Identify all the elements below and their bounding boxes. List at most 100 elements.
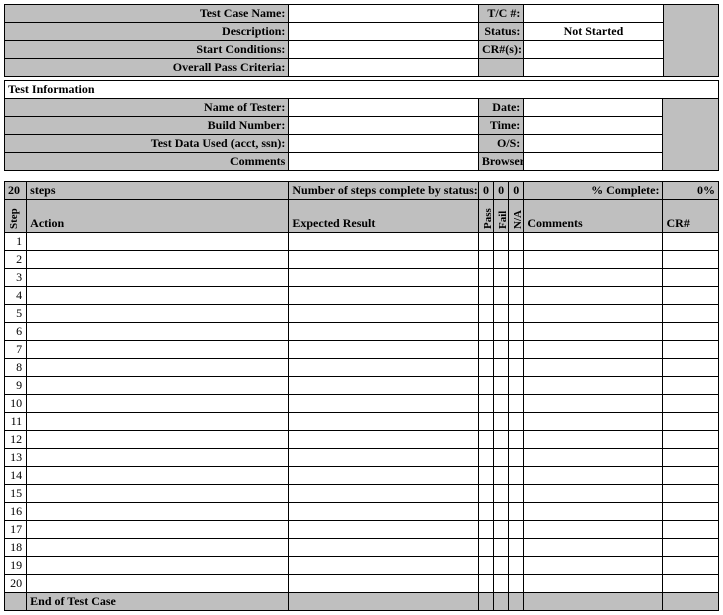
fail-cell[interactable] xyxy=(494,539,509,557)
action-cell[interactable] xyxy=(27,449,289,467)
fail-cell[interactable] xyxy=(494,251,509,269)
comments-cell[interactable] xyxy=(524,251,663,269)
cr-cell[interactable] xyxy=(663,503,719,521)
na-cell[interactable] xyxy=(509,413,524,431)
expected-cell[interactable] xyxy=(289,431,479,449)
comments-cell[interactable] xyxy=(524,575,663,593)
tester-value[interactable] xyxy=(289,99,479,117)
expected-cell[interactable] xyxy=(289,413,479,431)
pass-cell[interactable] xyxy=(478,575,493,593)
comments-cell[interactable] xyxy=(524,467,663,485)
cr-cell[interactable] xyxy=(663,233,719,251)
pass-cell[interactable] xyxy=(478,503,493,521)
action-cell[interactable] xyxy=(27,413,289,431)
fail-cell[interactable] xyxy=(494,359,509,377)
comments-cell[interactable] xyxy=(524,413,663,431)
expected-cell[interactable] xyxy=(289,449,479,467)
cr-cell[interactable] xyxy=(663,305,719,323)
expected-cell[interactable] xyxy=(289,503,479,521)
cr-cell[interactable] xyxy=(663,431,719,449)
comments-cell[interactable] xyxy=(524,359,663,377)
na-cell[interactable] xyxy=(509,251,524,269)
cr-cell[interactable] xyxy=(663,485,719,503)
expected-cell[interactable] xyxy=(289,251,479,269)
pass-cell[interactable] xyxy=(478,521,493,539)
comments-cell[interactable] xyxy=(524,539,663,557)
na-cell[interactable] xyxy=(509,395,524,413)
expected-cell[interactable] xyxy=(289,323,479,341)
description-value[interactable] xyxy=(289,23,479,41)
fail-cell[interactable] xyxy=(494,305,509,323)
action-cell[interactable] xyxy=(27,557,289,575)
cr-cell[interactable] xyxy=(663,377,719,395)
expected-cell[interactable] xyxy=(289,521,479,539)
fail-cell[interactable] xyxy=(494,341,509,359)
pass-cell[interactable] xyxy=(478,341,493,359)
action-cell[interactable] xyxy=(27,395,289,413)
expected-cell[interactable] xyxy=(289,287,479,305)
pass-cell[interactable] xyxy=(478,485,493,503)
expected-cell[interactable] xyxy=(289,359,479,377)
expected-cell[interactable] xyxy=(289,395,479,413)
na-cell[interactable] xyxy=(509,431,524,449)
pass-cell[interactable] xyxy=(478,251,493,269)
tc-num-value[interactable] xyxy=(524,5,663,23)
cr-cell[interactable] xyxy=(663,269,719,287)
time-value[interactable] xyxy=(524,117,663,135)
comments-cell[interactable] xyxy=(524,395,663,413)
action-cell[interactable] xyxy=(27,521,289,539)
action-cell[interactable] xyxy=(27,233,289,251)
test-case-name-value[interactable] xyxy=(289,5,479,23)
na-cell[interactable] xyxy=(509,539,524,557)
fail-cell[interactable] xyxy=(494,521,509,539)
comments-cell[interactable] xyxy=(524,521,663,539)
browser-value[interactable] xyxy=(524,153,663,171)
expected-cell[interactable] xyxy=(289,377,479,395)
action-cell[interactable] xyxy=(27,341,289,359)
pass-cell[interactable] xyxy=(478,449,493,467)
cr-cell[interactable] xyxy=(663,521,719,539)
cr-cell[interactable] xyxy=(663,395,719,413)
cr-cell[interactable] xyxy=(663,251,719,269)
na-cell[interactable] xyxy=(509,323,524,341)
comments-cell[interactable] xyxy=(524,287,663,305)
na-cell[interactable] xyxy=(509,449,524,467)
expected-cell[interactable] xyxy=(289,341,479,359)
status-value[interactable]: Not Started xyxy=(524,23,663,41)
fail-cell[interactable] xyxy=(494,431,509,449)
comments-cell[interactable] xyxy=(524,431,663,449)
cr-cell[interactable] xyxy=(663,557,719,575)
fail-cell[interactable] xyxy=(494,233,509,251)
build-value[interactable] xyxy=(289,117,479,135)
date-value[interactable] xyxy=(524,99,663,117)
comments-cell[interactable] xyxy=(524,377,663,395)
fail-cell[interactable] xyxy=(494,503,509,521)
comments-cell[interactable] xyxy=(524,503,663,521)
comments-cell[interactable] xyxy=(524,269,663,287)
fail-cell[interactable] xyxy=(494,287,509,305)
action-cell[interactable] xyxy=(27,359,289,377)
pass-cell[interactable] xyxy=(478,395,493,413)
na-cell[interactable] xyxy=(509,287,524,305)
action-cell[interactable] xyxy=(27,305,289,323)
pass-cell[interactable] xyxy=(478,305,493,323)
start-conditions-value[interactable] xyxy=(289,41,479,59)
action-cell[interactable] xyxy=(27,431,289,449)
action-cell[interactable] xyxy=(27,251,289,269)
comments-cell[interactable] xyxy=(524,449,663,467)
na-cell[interactable] xyxy=(509,467,524,485)
fail-cell[interactable] xyxy=(494,269,509,287)
fail-cell[interactable] xyxy=(494,377,509,395)
na-cell[interactable] xyxy=(509,305,524,323)
pass-cell[interactable] xyxy=(478,233,493,251)
expected-cell[interactable] xyxy=(289,233,479,251)
action-cell[interactable] xyxy=(27,467,289,485)
comments-cell[interactable] xyxy=(524,557,663,575)
action-cell[interactable] xyxy=(27,269,289,287)
comments-cell[interactable] xyxy=(524,341,663,359)
action-cell[interactable] xyxy=(27,503,289,521)
overall-pass-value[interactable] xyxy=(289,59,479,77)
expected-cell[interactable] xyxy=(289,557,479,575)
os-value[interactable] xyxy=(524,135,663,153)
comments-cell[interactable] xyxy=(524,233,663,251)
